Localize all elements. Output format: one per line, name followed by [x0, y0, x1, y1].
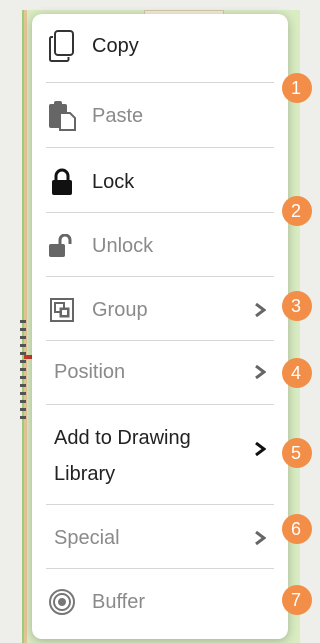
- menu-item-label: Special: [54, 526, 120, 549]
- chevron-right-icon: [255, 365, 266, 379]
- group-icon: [48, 294, 76, 326]
- menu-separator: [46, 404, 274, 405]
- menu-item-unlock[interactable]: Unlock: [32, 220, 288, 272]
- menu-item-position[interactable]: Position: [32, 346, 288, 398]
- menu-item-label: Add to Drawing Library: [54, 427, 191, 485]
- map-dashed-line: [20, 320, 26, 420]
- unlock-icon: [48, 230, 76, 262]
- step-badge: 6: [282, 514, 312, 544]
- menu-separator: [46, 276, 274, 277]
- menu-item-copy[interactable]: Copy: [32, 20, 288, 72]
- menu-item-label: Paste: [92, 104, 144, 127]
- chevron-right-icon: [255, 442, 266, 456]
- step-badge: 3: [282, 291, 312, 321]
- menu-item-label: Position: [54, 360, 126, 383]
- copy-icon: [48, 30, 76, 62]
- step-badge: 2: [282, 196, 312, 226]
- step-badge: 1: [282, 73, 312, 103]
- step-badge: 5: [282, 438, 312, 468]
- step-badge: 4: [282, 358, 312, 388]
- menu-item-paste[interactable]: Paste: [32, 90, 288, 142]
- paste-icon: [48, 100, 76, 132]
- chevron-right-icon: [255, 531, 266, 545]
- menu-item-buffer[interactable]: Buffer: [32, 576, 288, 628]
- context-menu: Copy Paste Lock Unlock Group Position Ad…: [32, 14, 288, 639]
- lock-icon: [48, 166, 76, 198]
- menu-item-lock[interactable]: Lock: [32, 156, 288, 208]
- menu-separator: [46, 504, 274, 505]
- menu-item-label: Unlock: [92, 234, 154, 257]
- menu-separator: [46, 82, 274, 83]
- menu-separator: [46, 340, 274, 341]
- menu-separator: [46, 147, 274, 148]
- menu-separator: [46, 212, 274, 213]
- menu-item-add-to-drawing-library[interactable]: Add to Drawing Library: [32, 414, 288, 498]
- step-badge: 7: [282, 585, 312, 615]
- menu-item-label: Copy: [92, 34, 139, 57]
- buffer-icon: [48, 586, 76, 618]
- chevron-right-icon: [255, 303, 266, 317]
- menu-item-special[interactable]: Special: [32, 512, 288, 564]
- menu-item-group[interactable]: Group: [32, 284, 288, 336]
- menu-item-label: Buffer: [92, 590, 145, 613]
- menu-item-label: Group: [92, 298, 148, 321]
- menu-item-label: Lock: [92, 170, 135, 193]
- menu-separator: [46, 568, 274, 569]
